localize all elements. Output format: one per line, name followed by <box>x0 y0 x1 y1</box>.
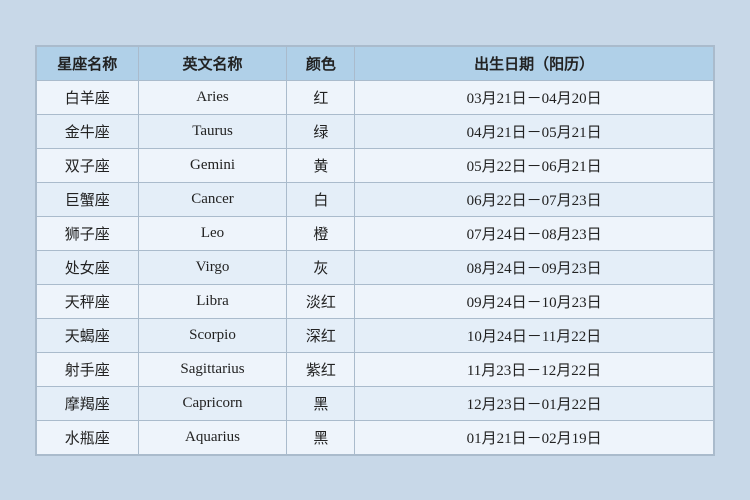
cell-color: 白 <box>287 182 355 216</box>
cell-dates: 01月21日－02月19日 <box>355 420 714 454</box>
cell-color: 深红 <box>287 318 355 352</box>
table-row: 天秤座Libra淡红09月24日－10月23日 <box>37 284 714 318</box>
cell-english: Scorpio <box>138 318 287 352</box>
header-english-name: 英文名称 <box>138 46 287 80</box>
table-row: 摩羯座Capricorn黑12月23日－01月22日 <box>37 386 714 420</box>
cell-chinese: 水瓶座 <box>37 420 139 454</box>
cell-english: Gemini <box>138 148 287 182</box>
table-row: 金牛座Taurus绿04月21日－05月21日 <box>37 114 714 148</box>
cell-chinese: 金牛座 <box>37 114 139 148</box>
cell-chinese: 处女座 <box>37 250 139 284</box>
cell-english: Aquarius <box>138 420 287 454</box>
cell-dates: 05月22日－06月21日 <box>355 148 714 182</box>
cell-chinese: 巨蟹座 <box>37 182 139 216</box>
table-row: 狮子座Leo橙07月24日－08月23日 <box>37 216 714 250</box>
cell-dates: 04月21日－05月21日 <box>355 114 714 148</box>
cell-chinese: 摩羯座 <box>37 386 139 420</box>
cell-color: 淡红 <box>287 284 355 318</box>
table-row: 白羊座Aries红03月21日－04月20日 <box>37 80 714 114</box>
cell-color: 绿 <box>287 114 355 148</box>
cell-english: Leo <box>138 216 287 250</box>
zodiac-table-container: 星座名称 英文名称 颜色 出生日期（阳历） 白羊座Aries红03月21日－04… <box>35 45 715 456</box>
cell-color: 黑 <box>287 386 355 420</box>
cell-english: Virgo <box>138 250 287 284</box>
cell-dates: 09月24日－10月23日 <box>355 284 714 318</box>
cell-color: 红 <box>287 80 355 114</box>
header-chinese-name: 星座名称 <box>37 46 139 80</box>
table-row: 双子座Gemini黄05月22日－06月21日 <box>37 148 714 182</box>
header-color: 颜色 <box>287 46 355 80</box>
cell-dates: 10月24日－11月22日 <box>355 318 714 352</box>
header-dates: 出生日期（阳历） <box>355 46 714 80</box>
cell-dates: 07月24日－08月23日 <box>355 216 714 250</box>
table-row: 天蝎座Scorpio深红10月24日－11月22日 <box>37 318 714 352</box>
cell-english: Sagittarius <box>138 352 287 386</box>
table-header-row: 星座名称 英文名称 颜色 出生日期（阳历） <box>37 46 714 80</box>
cell-english: Libra <box>138 284 287 318</box>
cell-color: 紫红 <box>287 352 355 386</box>
cell-english: Capricorn <box>138 386 287 420</box>
cell-chinese: 天蝎座 <box>37 318 139 352</box>
cell-color: 橙 <box>287 216 355 250</box>
cell-dates: 03月21日－04月20日 <box>355 80 714 114</box>
cell-color: 黄 <box>287 148 355 182</box>
table-row: 射手座Sagittarius紫红11月23日－12月22日 <box>37 352 714 386</box>
cell-chinese: 天秤座 <box>37 284 139 318</box>
table-row: 巨蟹座Cancer白06月22日－07月23日 <box>37 182 714 216</box>
zodiac-table: 星座名称 英文名称 颜色 出生日期（阳历） 白羊座Aries红03月21日－04… <box>36 46 714 455</box>
table-row: 处女座Virgo灰08月24日－09月23日 <box>37 250 714 284</box>
cell-color: 黑 <box>287 420 355 454</box>
cell-dates: 06月22日－07月23日 <box>355 182 714 216</box>
cell-chinese: 白羊座 <box>37 80 139 114</box>
cell-chinese: 狮子座 <box>37 216 139 250</box>
cell-dates: 12月23日－01月22日 <box>355 386 714 420</box>
cell-dates: 08月24日－09月23日 <box>355 250 714 284</box>
cell-english: Cancer <box>138 182 287 216</box>
cell-chinese: 射手座 <box>37 352 139 386</box>
table-row: 水瓶座Aquarius黑01月21日－02月19日 <box>37 420 714 454</box>
cell-english: Taurus <box>138 114 287 148</box>
cell-chinese: 双子座 <box>37 148 139 182</box>
cell-dates: 11月23日－12月22日 <box>355 352 714 386</box>
cell-color: 灰 <box>287 250 355 284</box>
cell-english: Aries <box>138 80 287 114</box>
